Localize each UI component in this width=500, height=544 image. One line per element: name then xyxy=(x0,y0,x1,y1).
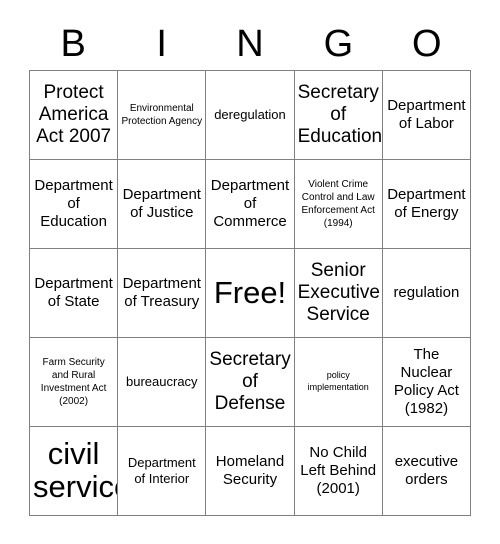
bingo-header-letter-n: N xyxy=(236,23,264,65)
bingo-cell-label: bureaucracy xyxy=(126,374,198,390)
bingo-cell-label: Department of Justice xyxy=(122,186,201,221)
bingo-cell-label: civil service xyxy=(33,436,117,504)
bingo-cell-label: Department of Energy xyxy=(387,186,466,221)
bingo-cell[interactable]: Department of Treasury xyxy=(118,249,207,338)
bingo-cell[interactable]: The Nuclear Policy Act (1982) xyxy=(382,338,471,427)
bingo-cell-label: No Child Left Behind (2001) xyxy=(300,444,377,497)
bingo-cell-label: Secretary of Defense xyxy=(209,348,291,415)
bingo-cell[interactable]: executive orders xyxy=(382,427,471,516)
bingo-cell-label: Protect America Act 2007 xyxy=(36,81,112,148)
bingo-cell-label: Senior Executive Service xyxy=(297,259,380,326)
bingo-cell-label: Department of Commerce xyxy=(210,177,290,230)
bingo-cell[interactable]: Department of Labor xyxy=(382,71,471,160)
bingo-header-letter-o: O xyxy=(412,23,442,65)
bingo-card: B I N G O Protect America Act 2007 Environmen… xyxy=(0,0,500,544)
bingo-cell-label: Free! xyxy=(213,274,287,310)
bingo-cell-label: Department of Treasury xyxy=(122,275,201,310)
bingo-cell[interactable]: policy implementation xyxy=(294,338,383,427)
bingo-cell[interactable]: Department of Interior xyxy=(118,427,207,516)
bingo-header-letter-b: B xyxy=(60,23,86,65)
bingo-header-letter-i: I xyxy=(156,23,167,65)
bingo-cell[interactable]: Department of State xyxy=(30,249,119,338)
bingo-cell-label: Department of State xyxy=(34,275,113,310)
bingo-header-letter-g: G xyxy=(323,23,354,65)
bingo-cell-label: deregulation xyxy=(214,107,286,123)
bingo-cell-label: Environmental Protection Agency xyxy=(121,103,203,127)
bingo-cell[interactable]: Department of Education xyxy=(30,160,119,249)
bingo-cell-label: executive orders xyxy=(394,453,459,488)
bingo-cell[interactable]: No Child Left Behind (2001) xyxy=(294,427,383,516)
bingo-cell[interactable]: deregulation xyxy=(206,71,295,160)
bingo-cell-label: policy implementation xyxy=(307,370,369,392)
bingo-cell-label: Homeland Security xyxy=(215,453,285,488)
bingo-cell[interactable]: Department of Energy xyxy=(382,160,471,249)
bingo-cell[interactable]: Secretary of Education xyxy=(294,71,383,160)
bingo-cell-label: The Nuclear Policy Act (1982) xyxy=(393,346,459,417)
bingo-cell-label: Secretary of Education xyxy=(297,81,383,148)
bingo-grid: Protect America Act 2007 Environmental Pr… xyxy=(29,70,471,516)
bingo-cell[interactable]: Protect America Act 2007 xyxy=(30,71,119,160)
bingo-cell[interactable]: Senior Executive Service xyxy=(294,249,383,338)
bingo-cell[interactable]: Environmental Protection Agency xyxy=(118,71,207,160)
bingo-cell[interactable]: Homeland Security xyxy=(206,427,295,516)
bingo-cell[interactable]: regulation xyxy=(382,249,471,338)
bingo-cell[interactable]: bureaucracy xyxy=(118,338,207,427)
bingo-cell-label: Department of Interior xyxy=(127,455,196,486)
bingo-cell[interactable]: Department of Commerce xyxy=(206,160,295,249)
bingo-cell-label: Department of Labor xyxy=(387,97,466,132)
bingo-cell[interactable]: Violent Crime Control and Law Enforcemen… xyxy=(294,160,383,249)
bingo-cell-label: Farm Security and Rural Investment Act (… xyxy=(40,357,107,407)
bingo-cell-free-space[interactable]: Free! xyxy=(206,249,295,338)
bingo-cell-label: Violent Crime Control and Law Enforcemen… xyxy=(301,179,375,229)
bingo-cell-label: Department of Education xyxy=(34,177,113,230)
bingo-cell[interactable]: Department of Justice xyxy=(118,160,207,249)
bingo-cell[interactable]: Farm Security and Rural Investment Act (… xyxy=(30,338,119,427)
bingo-header-row: BINGO xyxy=(29,18,471,70)
bingo-cell[interactable]: Secretary of Defense xyxy=(206,338,295,427)
bingo-cell-label: regulation xyxy=(393,284,460,301)
bingo-cell[interactable]: civil service xyxy=(30,427,119,516)
